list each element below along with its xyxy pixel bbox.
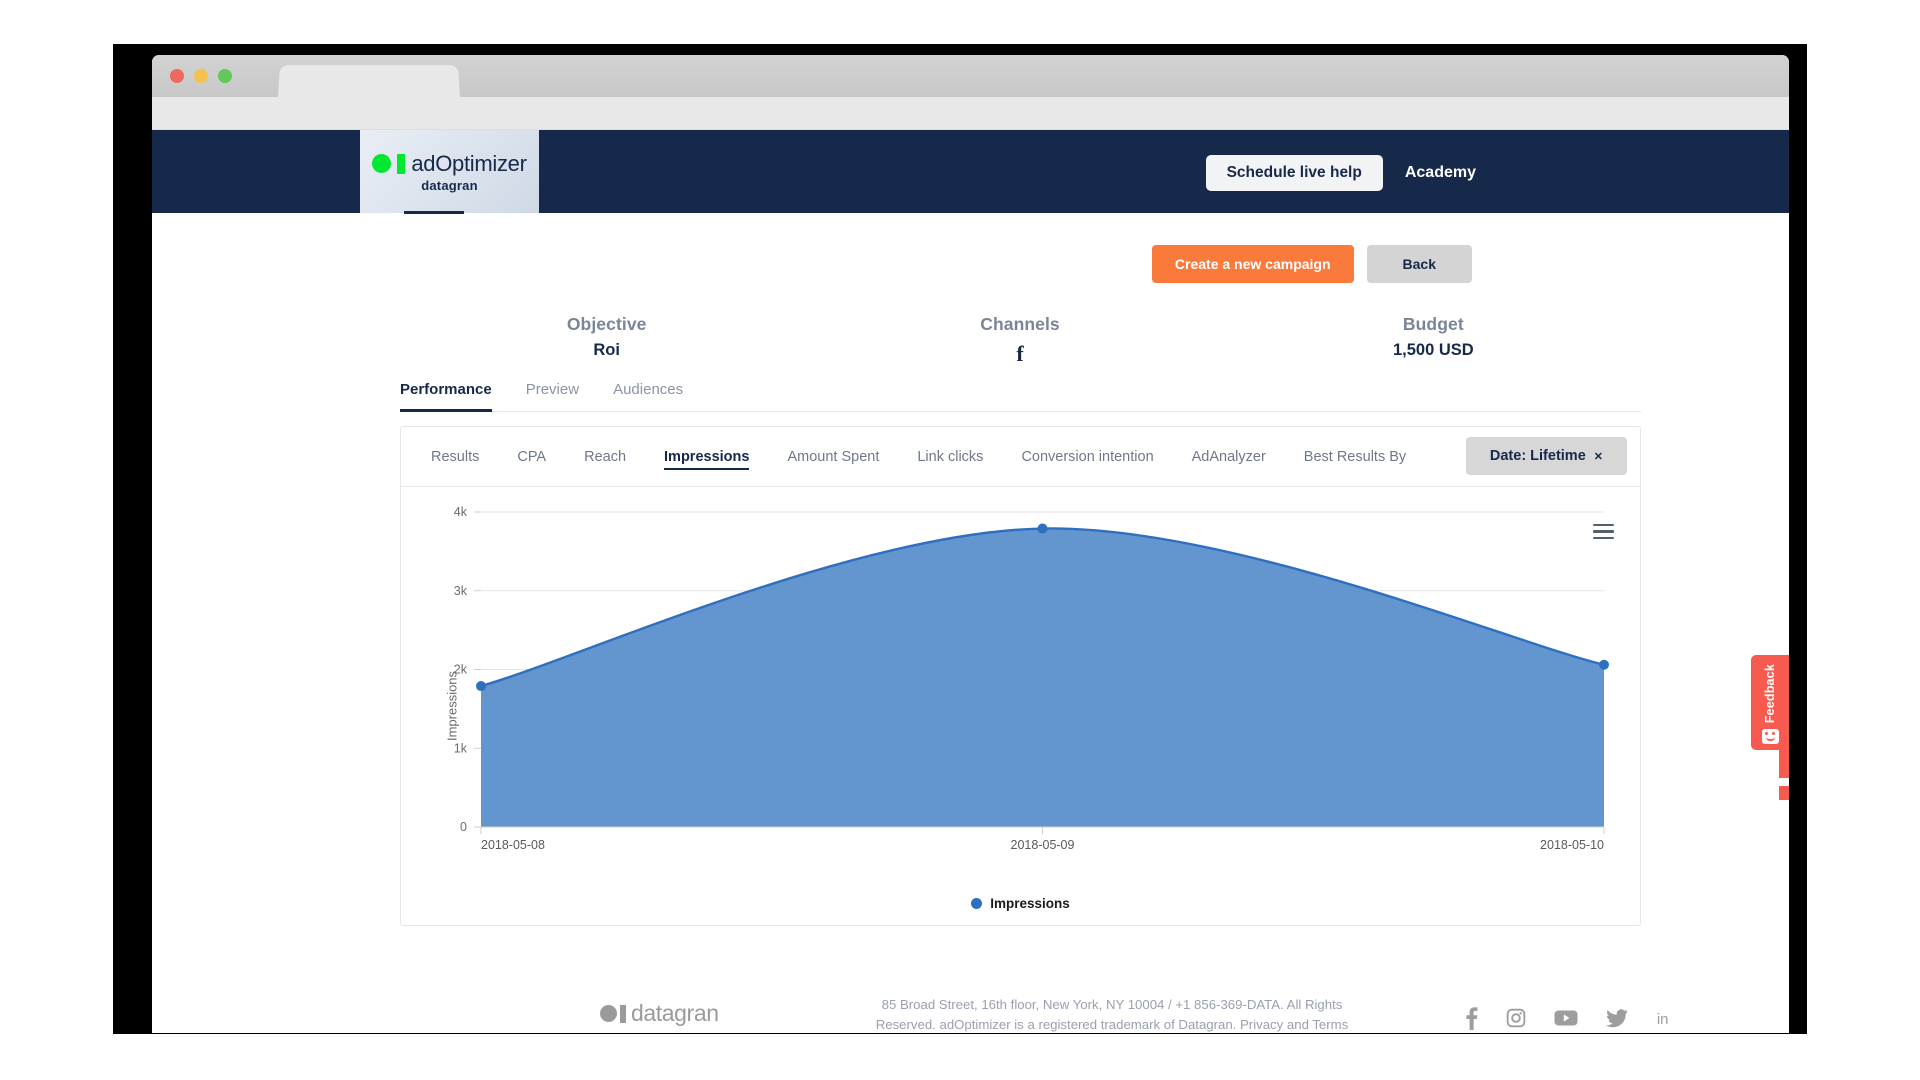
browser-window: adOptimizer datagran Schedule live help … [152, 55, 1789, 1033]
svg-text:2018-05-08: 2018-05-08 [481, 838, 545, 852]
logo-row: adOptimizer [372, 150, 527, 177]
summary-label: Objective [566, 314, 647, 334]
window-controls [170, 69, 232, 83]
navbar-actions: Schedule live help Academy [1205, 155, 1476, 191]
top-navbar: adOptimizer datagran Schedule live help … [152, 130, 1789, 214]
feedback-strip [1779, 750, 1789, 778]
logo-subbrand: datagran [421, 177, 478, 193]
campaign-summary: Objective Roi Channels f Budget 1,500 US… [400, 314, 1640, 367]
svg-text:0: 0 [460, 820, 467, 834]
maximize-window-button[interactable] [218, 69, 232, 83]
tab-preview[interactable]: Preview [526, 381, 579, 411]
page-footer: datagran 85 Broad Street, 16th floor, Ne… [152, 955, 1789, 1033]
logo-bar-icon [397, 153, 406, 174]
date-range-label: Date: Lifetime [1489, 448, 1586, 464]
metric-tab-adanalyzer[interactable]: AdAnalyzer [1173, 427, 1285, 487]
metric-tab-amount-spent[interactable]: Amount Spent [768, 427, 898, 487]
legend-label: Impressions [990, 896, 1070, 911]
metric-tab-bar: Results CPA Reach Impressions Amount Spe… [401, 427, 1640, 487]
social-links: in [1465, 1006, 1676, 1030]
svg-text:4k: 4k [454, 505, 468, 519]
section-tabs: Performance Preview Audiences [400, 381, 1641, 412]
feedback-tab[interactable]: Feedback [1751, 655, 1789, 750]
metric-tab-best-results-by[interactable]: Best Results By [1285, 427, 1425, 487]
footer-logo-circle-icon [600, 1005, 617, 1022]
datagran-footer-logo: datagran [600, 1000, 719, 1027]
schedule-live-help-button[interactable]: Schedule live help [1205, 155, 1383, 191]
instagram-icon[interactable] [1506, 1008, 1526, 1028]
feedback-side-strips [1779, 750, 1789, 808]
summary-objective: Objective Roi [400, 314, 813, 367]
logo-circle-icon [372, 154, 392, 173]
summary-value: Roi [593, 341, 620, 359]
smiley-face-icon [1761, 729, 1779, 745]
hamburger-menu-icon[interactable] [1593, 524, 1614, 539]
back-button[interactable]: Back [1366, 245, 1472, 283]
tab-audiences[interactable]: Audiences [613, 381, 683, 411]
metric-tab-link-clicks[interactable]: Link clicks [898, 427, 1002, 487]
svg-text:3k: 3k [454, 584, 468, 598]
footer-legal-text: 85 Broad Street, 16th floor, New York, N… [875, 997, 1349, 1033]
minimize-window-button[interactable] [194, 69, 208, 83]
chevron-down-icon: ✕ [1593, 450, 1603, 463]
date-range-dropdown[interactable]: Date: Lifetime ✕ [1465, 437, 1627, 475]
summary-channels: Channels f [813, 314, 1226, 367]
svg-text:in: in [1657, 1011, 1669, 1028]
chart-legend[interactable]: Impressions [401, 896, 1640, 911]
performance-card: Results CPA Reach Impressions Amount Spe… [400, 426, 1641, 926]
logo-wordmark: adOptimizer [411, 150, 527, 176]
feedback-strip [1779, 786, 1789, 800]
metric-tab-impressions[interactable]: Impressions [645, 427, 768, 487]
feedback-label: Feedback [1763, 664, 1777, 724]
facebook-icon: f [1016, 341, 1024, 366]
svg-text:2018-05-10: 2018-05-10 [1540, 838, 1604, 852]
metric-tab-conversion-intention[interactable]: Conversion intention [1002, 427, 1172, 487]
svg-text:1k: 1k [454, 741, 468, 755]
linkedin-icon[interactable]: in [1656, 1008, 1676, 1028]
summary-label: Channels [980, 314, 1060, 334]
logo-active-underline [404, 211, 464, 214]
y-axis-title: Impressions [444, 670, 460, 742]
screen-root: adOptimizer datagran Schedule live help … [0, 0, 1920, 1080]
metric-tab-results[interactable]: Results [412, 427, 498, 487]
metric-tab-cpa[interactable]: CPA [498, 427, 565, 487]
impressions-chart: Impressions 0 1k 2k 3k 4k 2018-05-08 2018-05-0… [401, 487, 1640, 925]
svg-text:2018-05-09: 2018-05-09 [1011, 838, 1075, 852]
facebook-icon[interactable] [1465, 1006, 1478, 1030]
adoptimizer-logo[interactable]: adOptimizer datagran [360, 130, 539, 213]
tab-performance[interactable]: Performance [400, 381, 492, 412]
footer-inner: datagran 85 Broad Street, 16th floor, Ne… [152, 955, 1789, 1033]
create-new-campaign-button[interactable]: Create a new campaign [1151, 245, 1354, 283]
footer-logo-wordmark: datagran [631, 1000, 719, 1026]
twitter-icon[interactable] [1606, 1008, 1628, 1028]
browser-tab[interactable] [277, 65, 461, 98]
summary-budget: Budget 1,500 USD [1227, 314, 1640, 367]
footer-logo-bar-icon [620, 1004, 626, 1023]
legend-marker-icon [971, 898, 983, 909]
browser-titlebar [152, 55, 1789, 98]
summary-value: 1,500 USD [1392, 341, 1474, 359]
academy-link[interactable]: Academy [1405, 164, 1476, 182]
app-viewport: adOptimizer datagran Schedule live help … [152, 130, 1789, 1033]
page-action-bar: Create a new campaign Back [1151, 245, 1472, 283]
youtube-icon[interactable] [1554, 1009, 1578, 1027]
close-window-button[interactable] [170, 69, 184, 83]
chart-canvas: 01k2k3k4k2018-05-08 2018-05-09 2018-05-10 [454, 505, 1609, 852]
summary-label: Budget [1402, 314, 1464, 334]
metric-tab-reach[interactable]: Reach [565, 427, 645, 487]
browser-toolbar [152, 97, 1789, 130]
